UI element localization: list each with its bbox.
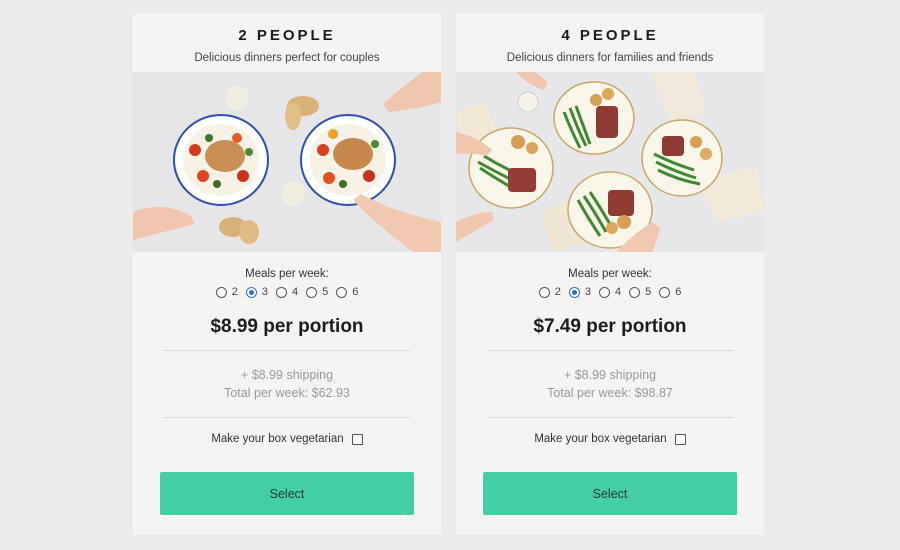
meals-option-label: 6 [675,286,682,298]
select-button[interactable]: Select [160,472,414,515]
radio-button-selected[interactable] [245,286,257,298]
price-per-portion: $8.99 per portion [210,316,364,337]
vegetarian-label: Make your box vegetarian [534,433,667,445]
plan-card-4-people: 4 PEOPLE Delicious dinners for families … [456,14,764,535]
vegetarian-option[interactable]: Make your box vegetarian [456,433,764,445]
divider [487,350,733,351]
vegetarian-option[interactable]: Make your box vegetarian [133,433,441,445]
vegetarian-label: Make your box vegetarian [211,433,344,445]
meals-option-3[interactable]: 3 [245,286,268,298]
meals-per-week-selector: 2 3 4 5 6 [456,286,764,298]
meals-option-6[interactable]: 6 [659,286,681,298]
divider [164,350,410,351]
radio-button[interactable] [598,286,610,298]
meals-option-3[interactable]: 3 [568,286,591,298]
radio-button[interactable] [275,286,287,298]
radio-button[interactable] [629,286,641,298]
meals-option-2[interactable]: 2 [215,286,238,298]
select-button[interactable]: Select [483,472,737,515]
meals-option-label: 4 [614,286,622,298]
plan-title: 4 PEOPLE [561,27,659,44]
meals-option-5[interactable]: 5 [306,286,328,298]
meals-option-5[interactable]: 5 [629,286,651,298]
meals-option-4[interactable]: 4 [275,286,299,298]
plan-subtitle: Delicious dinners for families and frien… [506,52,714,64]
total-per-week: Total per week: $62.93 [224,386,350,400]
meal-photo [456,72,764,252]
meals-per-week-selector: 2 3 4 5 6 [133,286,441,298]
total-per-week: Total per week: $98.87 [547,386,673,400]
plan-subtitle: Delicious dinners perfect for couples [194,52,380,64]
meals-option-label: 2 [554,286,561,298]
meals-option-label: 5 [645,286,652,298]
meals-option-label: 3 [261,286,268,298]
shipping-cost: + $8.99 shipping [563,368,657,382]
meals-option-label: 6 [352,286,359,298]
plan-card-2-people: 2 PEOPLE Delicious dinners perfect for c… [133,14,441,535]
meals-option-4[interactable]: 4 [598,286,622,298]
radio-button[interactable] [306,286,318,298]
radio-button-selected[interactable] [568,286,580,298]
meals-option-2[interactable]: 2 [538,286,561,298]
meals-option-label: 3 [584,286,591,298]
divider [164,417,410,418]
shipping-cost: + $8.99 shipping [240,368,334,382]
meals-option-label: 2 [231,286,238,298]
divider [487,417,733,418]
radio-button[interactable] [538,286,550,298]
meal-photo [133,72,441,252]
meals-option-label: 4 [291,286,299,298]
price-per-portion: $7.49 per portion [533,316,687,337]
radio-button[interactable] [215,286,227,298]
meals-option-6[interactable]: 6 [336,286,358,298]
meals-per-week-label: Meals per week: [245,268,329,280]
plan-title: 2 PEOPLE [238,27,336,44]
radio-button[interactable] [336,286,348,298]
meals-per-week-label: Meals per week: [568,268,652,280]
vegetarian-checkbox[interactable] [351,433,363,445]
meals-option-label: 5 [322,286,329,298]
radio-button[interactable] [659,286,671,298]
vegetarian-checkbox[interactable] [674,433,686,445]
